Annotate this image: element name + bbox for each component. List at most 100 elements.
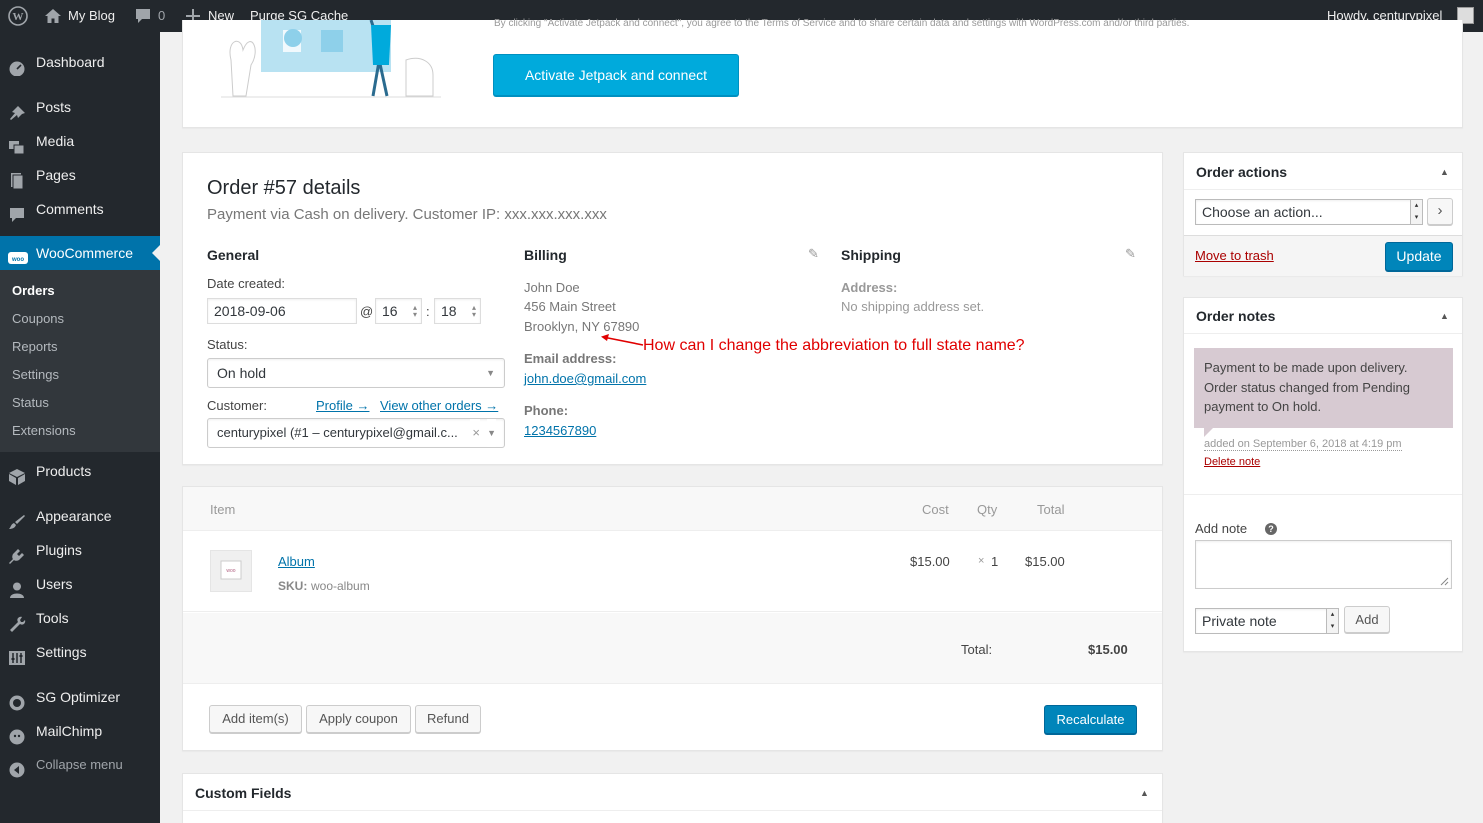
- apply-action-chevron-button[interactable]: ›: [1427, 198, 1453, 225]
- woocommerce-submenu: Orders Coupons Reports Settings Status E…: [0, 270, 160, 452]
- billing-phone-link[interactable]: 1234567890: [524, 423, 596, 438]
- add-items-button[interactable]: Add item(s): [209, 705, 302, 733]
- order-actions-title: Order actions: [1196, 164, 1288, 180]
- comments-count[interactable]: 0: [158, 0, 165, 32]
- move-to-trash-link[interactable]: Move to trash: [1195, 248, 1274, 263]
- sidebar-item-sg-optimizer[interactable]: SG Optimizer: [0, 680, 160, 714]
- sidebar-item-settings[interactable]: Settings: [0, 635, 160, 669]
- edit-billing-pencil-icon[interactable]: ✎: [808, 246, 819, 262]
- total-column-header: Total: [1037, 502, 1065, 517]
- qty-column-header: Qty: [977, 502, 998, 517]
- sidebar-item-label: Users: [36, 576, 73, 592]
- sidebar-item-label: Settings: [36, 644, 87, 660]
- sidebar-item-comments[interactable]: Comments: [0, 192, 160, 226]
- billing-city: Brooklyn, NY 67890: [524, 319, 640, 334]
- plugin-icon: [8, 542, 26, 564]
- sidebar-item-dashboard[interactable]: Dashboard: [0, 45, 160, 79]
- wordpress-logo-icon[interactable]: W: [8, 0, 28, 32]
- table-row: woo Album SKU: woo-album $15.00 × 1 $15.…: [183, 531, 1162, 612]
- sidebar-item-label: Comments: [36, 201, 104, 217]
- order-notes-panel: Order notes ▲ Payment to be made upon de…: [1183, 297, 1463, 652]
- sidebar-item-mailchimp[interactable]: MailChimp: [0, 714, 160, 748]
- custom-fields-title: Custom Fields: [195, 785, 292, 801]
- shipping-address-label: Address:: [841, 280, 898, 295]
- date-created-input[interactable]: 2018-09-06: [207, 298, 357, 324]
- sidebar-item-tools[interactable]: Tools: [0, 601, 160, 635]
- totals-row: Total: $15.00: [183, 613, 1162, 684]
- pages-icon: [8, 167, 26, 190]
- submenu-item-orders[interactable]: Orders: [12, 281, 55, 301]
- comments-icon: [8, 201, 26, 222]
- product-name-link[interactable]: Album: [278, 554, 315, 569]
- chevron-down-icon: ▼: [487, 419, 496, 447]
- select-stepper-icon: ▴ ▾: [1410, 200, 1422, 224]
- sidebar-item-products[interactable]: Products: [0, 454, 160, 488]
- apply-coupon-button[interactable]: Apply coupon: [306, 705, 411, 733]
- note-type-select[interactable]: Private note ▴ ▾: [1195, 608, 1339, 634]
- refund-button[interactable]: Refund: [415, 705, 481, 733]
- submenu-item-reports[interactable]: Reports: [12, 337, 58, 357]
- help-icon[interactable]: ?: [1265, 523, 1277, 535]
- submenu-item-extensions[interactable]: Extensions: [12, 421, 76, 441]
- panel-divider: [183, 810, 1162, 811]
- panel-divider: [1184, 333, 1462, 334]
- update-button[interactable]: Update: [1385, 242, 1453, 271]
- order-action-select[interactable]: Choose an action... ▴ ▾: [1195, 199, 1423, 225]
- email-label: Email address:: [524, 351, 617, 366]
- sidebar-item-label: Media: [36, 133, 75, 149]
- add-note-button[interactable]: Add: [1344, 606, 1390, 633]
- svg-text:woo: woo: [226, 568, 235, 574]
- sidebar-item-appearance[interactable]: Appearance: [0, 499, 160, 533]
- customer-select[interactable]: centurypixel (#1 – centurypixel@gmail.c.…: [207, 418, 505, 448]
- collapse-arrow-icon[interactable]: ▲: [1140, 788, 1149, 798]
- mailchimp-icon: [8, 723, 26, 745]
- select-stepper-icon: ▴ ▾: [1326, 609, 1338, 633]
- minute-input[interactable]: 18 ▴ ▾: [434, 298, 481, 324]
- submenu-item-coupons[interactable]: Coupons: [12, 309, 64, 329]
- delete-note-link[interactable]: Delete note: [1204, 456, 1260, 468]
- submenu-item-status[interactable]: Status: [12, 393, 49, 413]
- hour-input[interactable]: 16 ▴ ▾: [375, 298, 422, 324]
- comments-icon[interactable]: [134, 0, 152, 32]
- collapse-icon: [8, 757, 26, 778]
- spinner-icon[interactable]: ▴ ▾: [413, 304, 417, 319]
- actions-footer: Move to trash Update: [1184, 235, 1462, 276]
- billing-email-link[interactable]: john.doe@gmail.com: [524, 371, 646, 386]
- settings-sliders-icon: [8, 644, 26, 665]
- wrench-icon: [8, 610, 26, 632]
- customer-profile-link[interactable]: Profile →: [316, 398, 369, 413]
- cost-column-header: Cost: [922, 502, 949, 517]
- sku-value: woo-album: [311, 579, 370, 593]
- status-select[interactable]: On hold ▼: [207, 358, 505, 388]
- sidebar-item-plugins[interactable]: Plugins: [0, 533, 160, 567]
- resize-handle-icon[interactable]: [1439, 576, 1449, 586]
- paintbrush-icon: [8, 508, 26, 529]
- sidebar-item-woocommerce[interactable]: woo WooCommerce: [0, 236, 160, 270]
- billing-street: 456 Main Street: [524, 299, 616, 314]
- site-name-link[interactable]: My Blog: [68, 0, 115, 32]
- sidebar-item-posts[interactable]: Posts: [0, 90, 160, 124]
- note-meta: added on September 6, 2018 at 4:19 pm: [1204, 438, 1402, 451]
- phone-label: Phone:: [524, 403, 569, 418]
- edit-shipping-pencil-icon[interactable]: ✎: [1125, 246, 1136, 262]
- spinner-icon[interactable]: ▴ ▾: [472, 304, 476, 319]
- order-total-value: $15.00: [1088, 642, 1128, 657]
- customer-label: Customer:: [207, 398, 267, 413]
- product-thumbnail: woo: [210, 550, 252, 592]
- products-box-icon: [8, 463, 26, 485]
- submenu-item-settings[interactable]: Settings: [12, 365, 59, 385]
- activate-jetpack-button[interactable]: Activate Jetpack and connect: [493, 54, 739, 96]
- sidebar-item-users[interactable]: Users: [0, 567, 160, 601]
- recalculate-button[interactable]: Recalculate: [1044, 705, 1137, 734]
- collapse-arrow-icon[interactable]: ▲: [1440, 311, 1449, 321]
- sidebar-item-label: Appearance: [36, 508, 112, 524]
- billing-name: John Doe: [524, 280, 580, 295]
- clear-icon[interactable]: ×: [470, 419, 480, 447]
- view-other-orders-link[interactable]: View other orders →: [380, 398, 498, 413]
- sidebar-item-pages[interactable]: Pages: [0, 158, 160, 192]
- collapse-menu-button[interactable]: Collapse menu: [0, 748, 160, 782]
- add-note-textarea[interactable]: [1195, 540, 1452, 589]
- collapse-arrow-icon[interactable]: ▲: [1440, 167, 1449, 177]
- sidebar-item-media[interactable]: Media: [0, 124, 160, 158]
- home-icon[interactable]: [44, 0, 62, 32]
